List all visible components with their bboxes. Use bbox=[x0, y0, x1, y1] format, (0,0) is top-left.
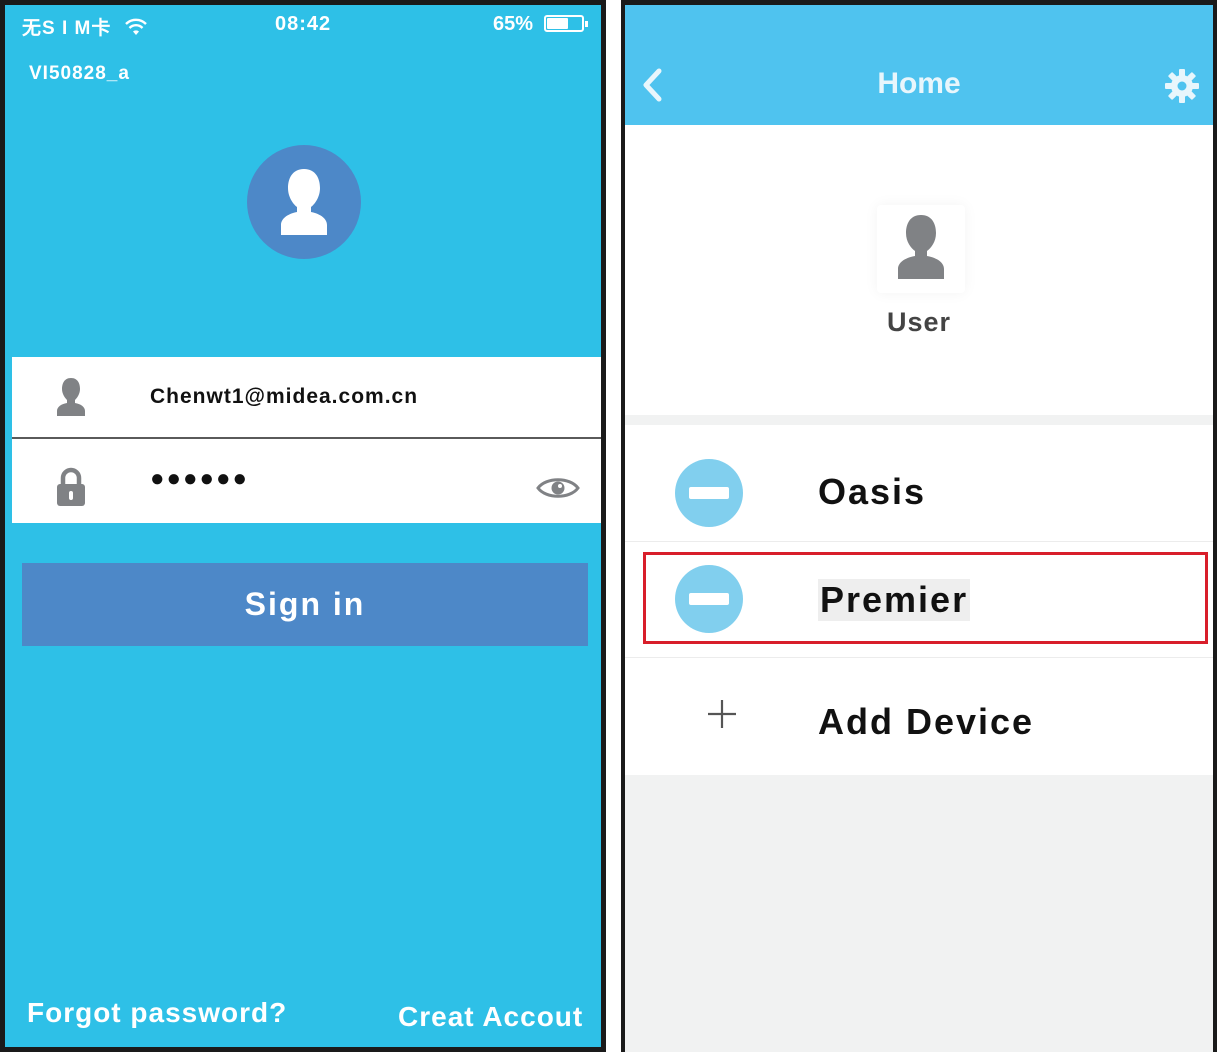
email-field[interactable]: Chenwt1@midea.com.cn bbox=[12, 357, 601, 437]
page-title: Home bbox=[877, 67, 961, 100]
user-icon bbox=[57, 378, 85, 416]
eye-icon[interactable] bbox=[536, 475, 580, 501]
email-value[interactable]: Chenwt1@midea.com.cn bbox=[150, 385, 418, 409]
divider bbox=[625, 657, 1213, 658]
battery-percentage: 65% bbox=[493, 13, 534, 35]
clock: 08:42 bbox=[275, 13, 332, 35]
air-conditioner-icon bbox=[675, 459, 743, 527]
avatar bbox=[247, 145, 361, 259]
carrier-label: 无S I M卡 bbox=[22, 18, 112, 39]
carrier-status: 无S I M卡 bbox=[22, 13, 148, 40]
login-screen: 无S I M卡 08:42 65% VI50828_a Chenwt1@mide… bbox=[0, 0, 606, 1052]
plus-icon bbox=[708, 700, 736, 728]
device-row-oasis[interactable]: Oasis bbox=[625, 437, 1213, 542]
status-bar: 无S I M卡 08:42 65% bbox=[5, 5, 601, 45]
avatar[interactable] bbox=[877, 205, 965, 293]
create-account-link[interactable]: Creat Accout bbox=[398, 1001, 583, 1033]
battery-status: 65% bbox=[493, 13, 588, 36]
air-conditioner-icon bbox=[675, 565, 743, 633]
device-label: Oasis bbox=[818, 471, 927, 512]
user-avatar-icon bbox=[898, 215, 944, 279]
add-device-row[interactable]: Add Device bbox=[625, 663, 1213, 768]
battery-icon bbox=[543, 15, 588, 32]
device-list: Oasis Premier Add Device bbox=[625, 425, 1213, 775]
sign-in-button[interactable]: Sign in bbox=[22, 563, 588, 646]
device-label: Premier bbox=[818, 579, 971, 621]
divider bbox=[625, 541, 1213, 542]
lock-icon bbox=[57, 467, 85, 506]
user-avatar-icon bbox=[281, 169, 327, 235]
battery-level bbox=[546, 18, 568, 29]
gear-icon[interactable] bbox=[1163, 67, 1201, 105]
add-device-label: Add Device bbox=[818, 701, 1035, 742]
device-row-premier[interactable]: Premier bbox=[625, 543, 1213, 648]
password-field[interactable]: ●●●●●● bbox=[12, 437, 601, 523]
wifi-icon bbox=[124, 18, 147, 35]
forgot-password-link[interactable]: Forgot password? bbox=[27, 997, 287, 1029]
user-name: User bbox=[886, 307, 952, 337]
network-name: VI50828_a bbox=[29, 63, 130, 84]
home-screen: Home User Oasis Premier Add Device bbox=[621, 0, 1217, 1052]
top-bar: Home bbox=[625, 5, 1213, 125]
password-value[interactable]: ●●●●●● bbox=[150, 465, 249, 493]
user-profile: User bbox=[625, 125, 1213, 415]
